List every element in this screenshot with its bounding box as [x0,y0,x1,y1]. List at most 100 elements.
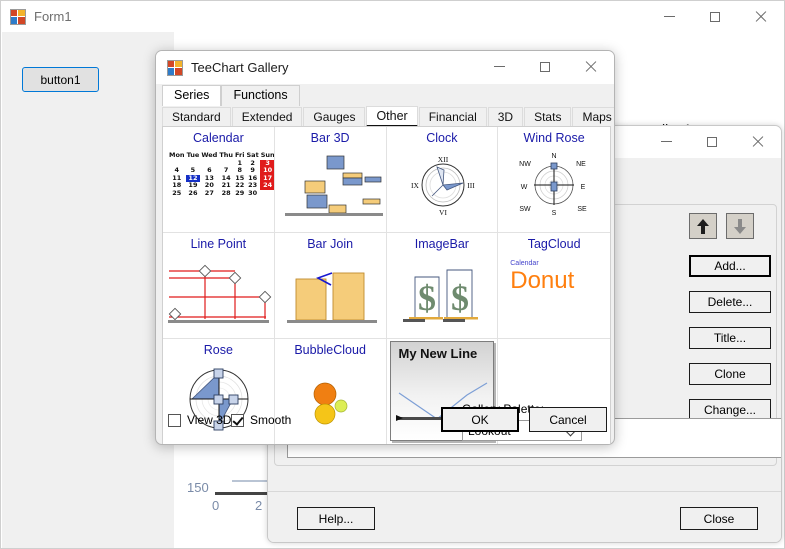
svg-text:VI: VI [439,208,447,217]
form1-titlebar: Form1 [1,1,784,32]
calendar-header: Wed [201,151,218,159]
view-3d-checkbox[interactable]: View 3D [168,413,231,427]
subtab-gauges[interactable]: Gauges [303,107,366,127]
gallery-item-label: My New Line [398,346,478,361]
tab-functions[interactable]: Functions [221,85,300,106]
tagcloud-art: Calendar Donut [498,255,610,336]
delete-button[interactable]: Delete... [689,291,771,313]
gallery-item-label [498,339,610,343]
subtab-stats[interactable]: Stats [524,107,572,127]
gallery-item-label: ImageBar [414,237,469,251]
maximize-icon[interactable] [689,126,735,157]
gallery-item-label: Bar Join [307,237,354,251]
calendar-header: Tue [186,151,200,159]
svg-text:N: N [552,153,557,160]
subtab-extended[interactable]: Extended [231,107,303,127]
barjoin-art [275,255,386,336]
editor-window-controls [643,126,781,157]
calendar-week: 123 [168,159,274,167]
calendar-day: 24 [259,181,274,190]
minimize-icon[interactable] [476,51,522,82]
gallery-item-clock[interactable]: Clock XII III VI IX [386,127,499,233]
move-down-arrow-button[interactable] [726,213,754,239]
close-icon[interactable] [568,51,614,82]
checkbox-box [168,413,181,427]
subtab-financial[interactable]: Financial [418,107,487,127]
axis-tick-0: 0 [212,498,220,513]
calendar-art: Mon Tue Wed Thu Fri Sat Sun 1 2 3 4 5 6 7 8 9 10 11 12 13 14… [163,149,274,230]
smooth-label: Smooth [250,413,292,427]
gallery-item-calendar[interactable]: Calendar Mon Tue Wed Thu Fri Sat Sun 1 2 3 4 5 6 7 8 9 1… [163,127,275,233]
svg-text:$: $ [451,278,469,318]
svg-text:SE: SE [578,206,588,213]
clock-art: XII III VI IX [387,149,498,230]
minimize-icon[interactable] [646,1,692,32]
gallery-item-bar-3d[interactable]: Bar 3D [274,127,387,233]
gallery-subtab-strip: Standard Extended Gauges Other Financial… [162,106,614,127]
gallery-item-label: Wind Rose [523,131,585,145]
calendar-table: Mon Tue Wed Thu Fri Sat Sun 1 2 3 4 5 6 7 8 9 10 11 12 13 14… [168,151,274,198]
smooth-checkbox[interactable]: Smooth [231,413,291,427]
gallery-item-label: Bar 3D [310,131,350,145]
vs-form-icon [167,59,183,76]
subtab-other[interactable]: Other [366,106,418,127]
gallery-bottom-bar: View 3D Smooth Gallery Palette: Lookout … [156,401,614,444]
bar3d-art [275,149,386,230]
tab-series[interactable]: Series [162,85,222,106]
clone-button[interactable]: Clone [689,363,771,385]
svg-text:E: E [581,184,586,191]
gallery-item-imagebar[interactable]: ImageBar $ $ [386,233,499,339]
help-button[interactable]: Help... [297,507,375,530]
button1[interactable]: button1 [22,67,99,92]
svg-text:NW: NW [519,161,531,168]
gallery-titlebar: TeeChart Gallery [156,51,614,84]
calendar-week: 25 26 27 28 29 30 [168,188,274,198]
tagcloud-large-tag: Donut [510,267,575,294]
gallery-item-label: Line Point [190,237,247,251]
title-button[interactable]: Title... [689,327,771,349]
calendar-day: 29 [235,188,245,197]
teechart-gallery-dialog: TeeChart Gallery Series Functions Standa… [155,50,615,445]
tagcloud-small-tag: Calendar [510,260,539,267]
add-button[interactable]: Add... [689,255,771,277]
checkbox-box [231,413,244,427]
subtab-standard[interactable]: Standard [162,107,231,127]
gallery-item-label: Calendar [193,131,244,145]
move-up-arrow-button[interactable] [689,213,717,239]
gallery-item-label: Rose [203,343,233,357]
windrose-art: N E S W NE SE SW NW [498,149,610,230]
subtab-maps[interactable]: Maps [572,107,614,127]
form1-left-panel: button1 [2,32,174,548]
series-order-buttons [689,213,771,243]
gallery-item-line-point[interactable]: Line Point [163,233,275,339]
gallery-tab-strip: Series Functions [156,84,614,106]
cancel-button[interactable]: Cancel [529,407,607,432]
calendar-day: 30 [248,188,258,197]
svg-text:SW: SW [520,206,532,213]
gallery-item-wind-rose[interactable]: Wind Rose N E S W NE SE SW NW [498,127,610,233]
calendar-day: 26 [188,188,198,197]
close-icon[interactable] [738,1,784,32]
ok-button[interactable]: OK [441,407,519,432]
calendar-day: 27 [204,188,214,197]
svg-text:XII: XII [437,155,448,164]
calendar-day: 28 [221,188,231,197]
calendar-header: Thu [219,151,234,159]
svg-text:W: W [521,184,528,191]
gallery-title: TeeChart Gallery [191,60,289,75]
close-icon[interactable] [735,126,781,157]
subtab-3d[interactable]: 3D [487,107,524,127]
svg-text:S: S [552,210,557,217]
gallery-item-bar-join[interactable]: Bar Join [274,233,387,339]
gallery-window-controls [476,51,614,82]
gallery-item-label: Clock [426,131,458,145]
maximize-icon[interactable] [522,51,568,82]
close-button[interactable]: Close [680,507,758,530]
minimize-icon[interactable] [643,126,689,157]
linepoint-art [163,255,274,336]
svg-text:NE: NE [576,161,586,168]
maximize-icon[interactable] [692,1,738,32]
axis-label-y: 150 [187,480,209,495]
calendar-day [260,190,274,198]
gallery-item-tagcloud[interactable]: TagCloud Calendar Donut [498,233,610,339]
